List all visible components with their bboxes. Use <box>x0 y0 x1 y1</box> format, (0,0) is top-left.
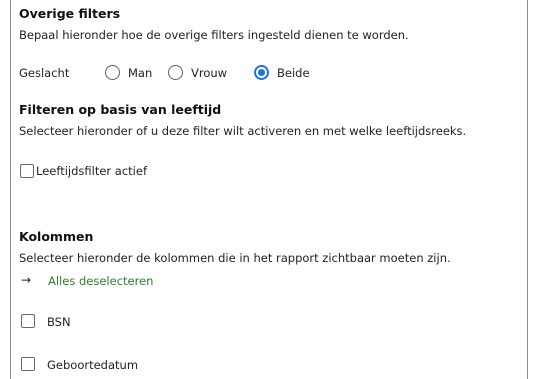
section-title-leeftijd: Filteren op basis van leeftijd <box>19 102 222 117</box>
radio-beide-button[interactable] <box>254 65 269 80</box>
geboortedatum-checkbox[interactable] <box>21 357 35 371</box>
gender-label: Geslacht <box>19 66 70 80</box>
deselect-all-label[interactable]: Alles deselecteren <box>48 274 153 288</box>
section-title-overige-filters: Overige filters <box>19 6 121 21</box>
geboortedatum-label[interactable]: Geboortedatum <box>47 358 138 372</box>
bsn-label[interactable]: BSN <box>47 315 71 329</box>
bsn-checkbox[interactable] <box>21 314 35 328</box>
section-description-overige-filters: Bepaal hieronder hoe de overige filters … <box>19 28 409 42</box>
section-title-kolommen: Kolommen <box>19 229 94 244</box>
section-description-kolommen: Selecteer hieronder de kolommen die in h… <box>19 251 451 265</box>
radio-vrouw-button[interactable] <box>168 65 183 80</box>
radio-vrouw-label[interactable]: Vrouw <box>191 66 227 80</box>
section-description-leeftijd: Selecteer hieronder of u deze filter wil… <box>19 124 467 138</box>
leeftijdsfilter-checkbox[interactable] <box>20 164 34 178</box>
filter-panel: Overige filters Bepaal hieronder hoe de … <box>10 0 528 379</box>
arrow-right-icon: → <box>21 273 32 287</box>
radio-beide-label[interactable]: Beide <box>277 66 310 80</box>
leeftijdsfilter-label[interactable]: Leeftijdsfilter actief <box>36 164 147 178</box>
radio-man-label[interactable]: Man <box>128 66 152 80</box>
radio-man-button[interactable] <box>105 65 120 80</box>
